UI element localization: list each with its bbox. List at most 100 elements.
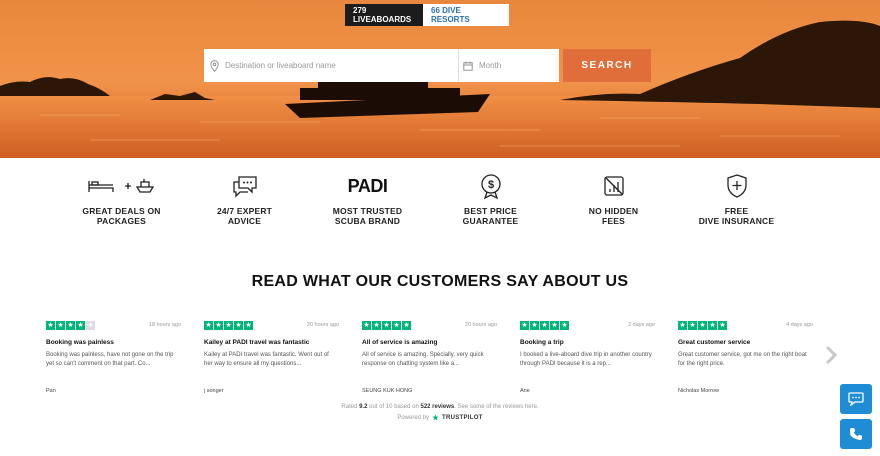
review-author: Pan bbox=[46, 388, 56, 394]
feature-packages: GREAT DEALS ON PACKAGES bbox=[60, 172, 183, 226]
star-icon: ★ bbox=[718, 320, 727, 330]
search-bar: Destination or liveaboard name Month SEA… bbox=[204, 49, 651, 82]
star-icon: ★ bbox=[46, 320, 55, 330]
feature-label-line1: GREAT DEALS ON bbox=[82, 206, 161, 216]
star-icon: ★ bbox=[76, 320, 85, 330]
review-title: Kailey at PADI travel was fantastic bbox=[204, 339, 310, 346]
powered-by-trustpilot: Powered by TRUSTPILOT bbox=[0, 414, 880, 421]
rating-suffix: . See some of the reviews here. bbox=[454, 404, 539, 410]
feature-label-line1: FREE bbox=[724, 206, 749, 216]
review-count-link[interactable]: 522 reviews bbox=[421, 404, 455, 410]
bed-plus-boat-icon bbox=[87, 179, 154, 193]
feature-padi: PADI MOST TRUSTED SCUBA BRAND bbox=[306, 172, 429, 227]
star-icon: ★ bbox=[204, 320, 213, 330]
review-title: Booking a trip bbox=[520, 339, 564, 346]
star-icon: ★ bbox=[550, 320, 559, 330]
star-icon: ★ bbox=[678, 320, 687, 330]
destination-input[interactable]: Destination or liveaboard name bbox=[204, 49, 459, 82]
review-body: All of service is amazing. Specially, ve… bbox=[362, 352, 484, 367]
review-age: 20 hours ago bbox=[464, 322, 497, 328]
review-body: I booked a live-aboard dive trip in anot… bbox=[520, 352, 652, 367]
feature-price: $ BEST PRICE GUARANTEE bbox=[429, 172, 552, 226]
search-button[interactable]: SEARCH bbox=[563, 49, 651, 82]
tab-liveaboards[interactable]: 279 LIVEABOARDS bbox=[345, 4, 423, 26]
review-title: Great customer service bbox=[678, 339, 751, 346]
destination-placeholder: Destination or liveaboard name bbox=[225, 61, 336, 70]
star-icon: ★ bbox=[362, 320, 371, 330]
star-icon: ★ bbox=[372, 320, 381, 330]
feature-label-line1: MOST TRUSTED bbox=[332, 206, 403, 216]
call-button[interactable] bbox=[840, 419, 872, 449]
feature-label-line2: PACKAGES bbox=[96, 216, 147, 226]
month-select[interactable]: Month bbox=[459, 49, 559, 82]
review-card[interactable]: ★ ★ ★ ★ ★ 20 hours ago All of service is ama… bbox=[362, 320, 497, 394]
no-fees-icon bbox=[603, 176, 624, 196]
review-card[interactable]: ★ ★ ★ ★ ★ 18 hours ago Booking was painless … bbox=[46, 320, 181, 394]
review-body: Booking was painless, have not gone on t… bbox=[46, 352, 174, 367]
star-icon: ★ bbox=[402, 320, 411, 330]
review-card[interactable]: ★ ★ ★ ★ ★ 20 hours ago Kailey at PADI travel… bbox=[204, 320, 339, 394]
star-icon: ★ bbox=[698, 320, 707, 330]
svg-text:$: $ bbox=[487, 179, 493, 191]
star-icon: ★ bbox=[708, 320, 717, 330]
feature-label-line1: 24/7 EXPERT bbox=[216, 206, 273, 216]
review-age: 2 days ago bbox=[628, 322, 655, 328]
star-icon: ★ bbox=[560, 320, 569, 330]
star-icon: ★ bbox=[382, 320, 391, 330]
star-rating: ★ ★ ★ ★ ★ bbox=[678, 320, 727, 330]
star-icon: ★ bbox=[530, 320, 539, 330]
star-rating: ★ ★ ★ ★ ★ bbox=[204, 320, 253, 330]
review-author: SEUNG KUK HONG bbox=[362, 388, 413, 394]
features-row: GREAT DEALS ON PACKAGES 24/7 EXPERT ADVICE… bbox=[60, 172, 800, 226]
hero-banner: 279 LIVEABOARDS 66 DIVE RESORTS Destinat… bbox=[0, 0, 880, 158]
month-placeholder: Month bbox=[479, 61, 502, 70]
star-icon: ★ bbox=[540, 320, 549, 330]
review-card[interactable]: ★ ★ ★ ★ ★ 2 days ago Booking a trip I booked… bbox=[520, 320, 655, 394]
feature-label-line2: DIVE INSURANCE bbox=[698, 216, 775, 226]
calendar-icon bbox=[463, 61, 473, 71]
feature-label-line2: GUARANTEE bbox=[462, 216, 519, 226]
chat-bubbles-icon bbox=[232, 176, 257, 198]
review-body: Great customer service, got me on the ri… bbox=[678, 352, 807, 367]
review-age: 18 hours ago bbox=[148, 322, 181, 328]
star-icon: ★ bbox=[56, 320, 65, 330]
trustpilot-logo[interactable]: TRUSTPILOT bbox=[442, 415, 483, 421]
feature-insurance: FREE DIVE INSURANCE bbox=[675, 172, 798, 226]
feature-label-line2: FEES bbox=[601, 216, 625, 226]
rating-score: 9.2 bbox=[359, 404, 368, 410]
star-icon: ★ bbox=[66, 320, 75, 330]
star-icon: ★ bbox=[392, 320, 401, 330]
chat-icon bbox=[848, 392, 864, 406]
feature-label-line2: ADVICE bbox=[227, 216, 262, 226]
star-icon: ★ bbox=[214, 320, 223, 330]
review-card[interactable]: ★ ★ ★ ★ ★ 4 days ago Great customer service … bbox=[678, 320, 813, 394]
review-body: Kailey at PADI travel was fantastic. Wen… bbox=[204, 352, 329, 367]
star-rating: ★ ★ ★ ★ ★ bbox=[362, 320, 411, 330]
star-rating: ★ ★ ★ ★ ★ bbox=[46, 320, 95, 330]
review-title: All of service is amazing bbox=[362, 339, 438, 346]
shield-plus-icon bbox=[726, 174, 747, 198]
rating-prefix: Rated bbox=[341, 404, 358, 410]
review-age: 4 days ago bbox=[786, 322, 813, 328]
review-age: 20 hours ago bbox=[306, 322, 339, 328]
review-author: Ane bbox=[520, 388, 530, 394]
review-title: Booking was painless bbox=[46, 339, 114, 346]
tab-dive-resorts[interactable]: 66 DIVE RESORTS bbox=[423, 4, 509, 26]
review-author: j songer bbox=[204, 388, 224, 394]
feature-label-line2: SCUBA BRAND bbox=[334, 216, 401, 226]
price-guarantee-icon: $ bbox=[480, 174, 501, 200]
feature-label-line1: NO HIDDEN bbox=[588, 206, 639, 216]
feature-no-fees: NO HIDDEN FEES bbox=[552, 172, 675, 226]
star-icon: ★ bbox=[244, 320, 253, 330]
feature-label-line1: BEST PRICE bbox=[463, 206, 517, 216]
padi-logo: PADI bbox=[347, 175, 388, 196]
trustpilot-star-icon bbox=[432, 414, 439, 421]
star-icon: ★ bbox=[688, 320, 697, 330]
rating-middle: out of 10 based on bbox=[369, 404, 419, 410]
star-rating: ★ ★ ★ ★ ★ bbox=[520, 320, 569, 330]
phone-icon bbox=[850, 428, 862, 440]
carousel-next-icon[interactable] bbox=[822, 344, 840, 366]
star-icon: ★ bbox=[520, 320, 529, 330]
chat-button[interactable] bbox=[840, 384, 872, 414]
powered-by-label: Powered by bbox=[397, 414, 429, 421]
